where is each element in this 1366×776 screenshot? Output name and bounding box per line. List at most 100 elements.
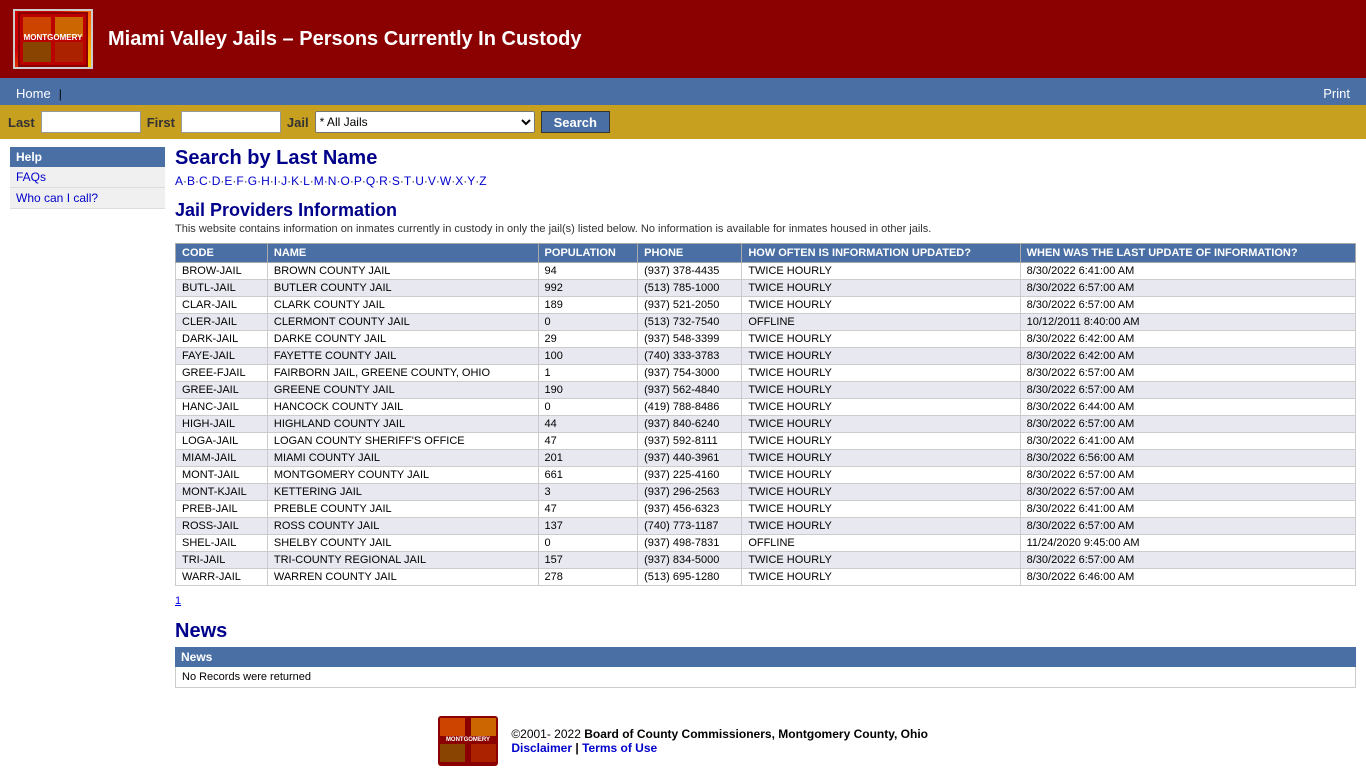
last-name-input[interactable] [41,111,141,133]
cell-name: BROWN COUNTY JAIL [267,263,538,280]
cell-last_update: 8/30/2022 6:57:00 AM [1020,280,1355,297]
svg-text:MONTGOMERY: MONTGOMERY [446,737,490,743]
cell-name: HANCOCK COUNTY JAIL [267,399,538,416]
cell-population: 157 [538,552,638,569]
jail-providers-desc: This website contains information on inm… [175,223,1356,235]
cell-population: 1 [538,365,638,382]
alpha-link-g[interactable]: G [248,174,257,188]
search-button[interactable]: Search [541,111,610,133]
alpha-link-l[interactable]: L [303,174,310,188]
table-row: MIAM-JAILMIAMI COUNTY JAIL201(937) 440-3… [176,450,1356,467]
cell-code: MIAM-JAIL [176,450,268,467]
main-content: Help FAQs Who can I call? Search by Last… [0,139,1366,696]
cell-phone: (937) 440-3961 [638,450,742,467]
alpha-link-k[interactable]: K [291,174,299,188]
alpha-link-d[interactable]: D [212,174,221,188]
cell-name: GREENE COUNTY JAIL [267,382,538,399]
page-title: Miami Valley Jails – Persons Currently I… [108,28,582,50]
cell-code: DARK-JAIL [176,331,268,348]
cell-code: MONT-KJAIL [176,484,268,501]
cell-code: HANC-JAIL [176,399,268,416]
alpha-link-o[interactable]: O [340,174,349,188]
alpha-link-f[interactable]: F [236,174,243,188]
table-row: GREE-FJAILFAIRBORN JAIL, GREENE COUNTY, … [176,365,1356,382]
alpha-link-u[interactable]: U [415,174,424,188]
alpha-link-p[interactable]: P [354,174,362,188]
cell-code: LOGA-JAIL [176,433,268,450]
alpha-link-w[interactable]: W [440,174,451,188]
cell-population: 29 [538,331,638,348]
news-section: News News No Records were returned [175,620,1356,688]
table-row: LOGA-JAILLOGAN COUNTY SHERIFF'S OFFICE47… [176,433,1356,450]
cell-population: 278 [538,569,638,586]
sidebar-item-faqs[interactable]: FAQs [10,167,165,188]
alpha-link-t[interactable]: T [404,174,411,188]
cell-update_freq: TWICE HOURLY [742,297,1020,314]
search-section-title: Search by Last Name [175,147,1356,170]
first-name-input[interactable] [181,111,281,133]
alpha-link-y[interactable]: Y [467,174,475,188]
cell-update_freq: TWICE HOURLY [742,280,1020,297]
cell-name: TRI-COUNTY REGIONAL JAIL [267,552,538,569]
cell-phone: (937) 378-4435 [638,263,742,280]
cell-population: 44 [538,416,638,433]
table-row: MONT-KJAILKETTERING JAIL3(937) 296-2563T… [176,484,1356,501]
table-row: GREE-JAILGREENE COUNTY JAIL190(937) 562-… [176,382,1356,399]
cell-phone: (419) 788-8486 [638,399,742,416]
alpha-link-m[interactable]: M [314,174,324,188]
alpha-link-c[interactable]: C [199,174,208,188]
print-link[interactable]: Print [1315,82,1358,105]
disclaimer-link[interactable]: Disclaimer [511,741,572,755]
alpha-link-z[interactable]: Z [479,174,486,188]
nav-separator: | [59,87,62,101]
alpha-link-v[interactable]: V [428,174,436,188]
cell-last_update: 8/30/2022 6:42:00 AM [1020,348,1355,365]
alpha-link-e[interactable]: E [224,174,232,188]
col-last-update: WHEN WAS THE LAST UPDATE OF INFORMATION? [1020,244,1355,263]
alpha-link-n[interactable]: N [328,174,337,188]
jail-select[interactable]: * All JailsBROW-JAILBUTL-JAILCLAR-JAILCL… [315,111,535,133]
cell-update_freq: TWICE HOURLY [742,416,1020,433]
news-title: News [175,620,1356,643]
cell-phone: (937) 456-6323 [638,501,742,518]
home-link[interactable]: Home [8,82,59,105]
alpha-link-b[interactable]: B [187,174,195,188]
cell-name: FAYETTE COUNTY JAIL [267,348,538,365]
col-population: POPULATION [538,244,638,263]
table-row: HANC-JAILHANCOCK COUNTY JAIL0(419) 788-8… [176,399,1356,416]
cell-code: FAYE-JAIL [176,348,268,365]
footer-copyright: ©2001- 2022 [511,727,581,741]
cell-update_freq: TWICE HOURLY [742,518,1020,535]
cell-name: BUTLER COUNTY JAIL [267,280,538,297]
footer-text: ©2001- 2022 Board of County Commissioner… [511,727,928,755]
alpha-link-s[interactable]: S [392,174,400,188]
page-1-link[interactable]: 1 [175,595,181,607]
jail-providers-table: CODE NAME POPULATION PHONE HOW OFTEN IS … [175,243,1356,586]
cell-last_update: 8/30/2022 6:57:00 AM [1020,518,1355,535]
cell-update_freq: TWICE HOURLY [742,348,1020,365]
cell-population: 661 [538,467,638,484]
alpha-link-a[interactable]: A [175,174,183,188]
searchbar: Last First Jail * All JailsBROW-JAILBUTL… [0,105,1366,139]
sidebar-item-who-can-i-call[interactable]: Who can I call? [10,188,165,209]
cell-name: WARREN COUNTY JAIL [267,569,538,586]
cell-last_update: 8/30/2022 6:57:00 AM [1020,365,1355,382]
cell-update_freq: TWICE HOURLY [742,450,1020,467]
cell-phone: (513) 785-1000 [638,280,742,297]
alpha-link-q[interactable]: Q [366,174,375,188]
cell-update_freq: TWICE HOURLY [742,433,1020,450]
alpha-link-r[interactable]: R [379,174,388,188]
svg-text:MONTGOMERY: MONTGOMERY [24,33,83,42]
cell-update_freq: TWICE HOURLY [742,501,1020,518]
cell-phone: (937) 754-3000 [638,365,742,382]
cell-last_update: 11/24/2020 9:45:00 AM [1020,535,1355,552]
alpha-link-h[interactable]: H [261,174,270,188]
cell-code: MONT-JAIL [176,467,268,484]
cell-population: 189 [538,297,638,314]
cell-last_update: 8/30/2022 6:44:00 AM [1020,399,1355,416]
terms-link[interactable]: Terms of Use [582,741,657,755]
alpha-link-x[interactable]: X [455,174,463,188]
col-code: CODE [176,244,268,263]
cell-name: KETTERING JAIL [267,484,538,501]
cell-population: 0 [538,399,638,416]
